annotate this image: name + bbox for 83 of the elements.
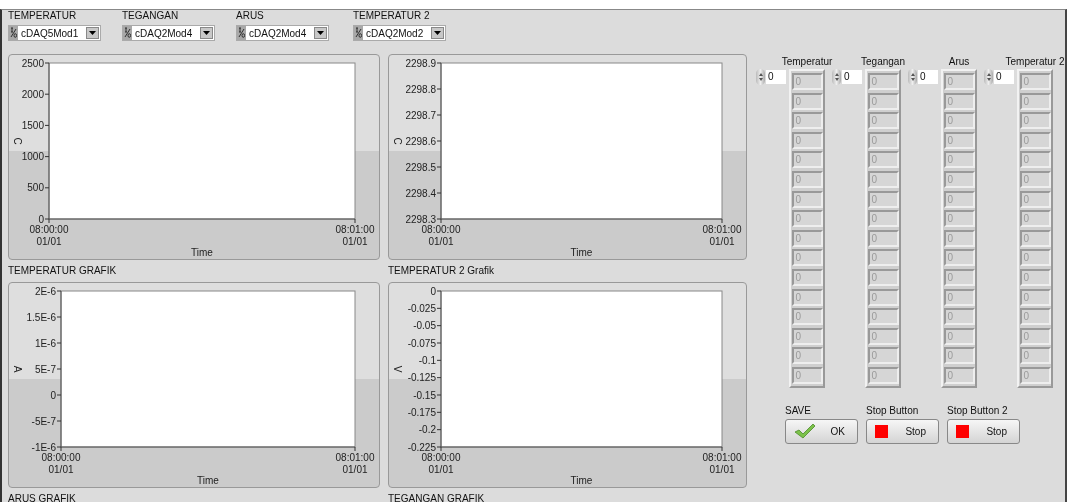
control-label: TEGANGAN [122, 10, 179, 22]
tick-label: -0.1 [418, 354, 436, 366]
tick-label: 08:01:00 01/01 [335, 224, 375, 247]
tick-label: 08:01:00 01/01 [702, 452, 742, 475]
chart-caption: TEMPERATUR GRAFIK [8, 265, 118, 277]
chart-caption: ARUS GRAFIK [8, 493, 77, 502]
array-label: Arus [948, 56, 970, 69]
tick-label: -0.125 [407, 372, 436, 384]
checkmark-icon [794, 423, 816, 440]
tick-label: -0.225 [407, 441, 436, 453]
tick-label: -0.025 [407, 302, 436, 314]
dropdown[interactable]: cDAQ2Mod2 [353, 25, 446, 41]
dropdown[interactable]: cDAQ2Mod4 [236, 25, 329, 41]
tick-label: -0.05 [413, 320, 436, 332]
axis-title: A [12, 365, 23, 373]
axis-title: Time [570, 247, 593, 258]
tick-label: 08:01:00 01/01 [702, 224, 742, 247]
tick-label: 5E-7 [34, 363, 56, 375]
tick-label: 2298.6 [405, 135, 436, 147]
axis-title: Time [570, 475, 593, 486]
tick-label: 2298.4 [405, 187, 436, 199]
tick-label: 2000 [21, 88, 44, 100]
array-label: Tegangan [861, 56, 905, 69]
tick-label: 08:00:00 01/01 [421, 452, 461, 475]
dropdown-arrow-icon [89, 31, 96, 35]
spinner[interactable] [832, 69, 841, 85]
chart-caption: TEMPERATUR 2 Grafik [388, 265, 495, 277]
spinner[interactable] [756, 69, 765, 85]
axis-title: Time [191, 247, 213, 258]
control-label: ARUS [236, 10, 264, 22]
tick-label: -5E-7 [31, 415, 56, 427]
tick-label: -1E-6 [31, 441, 56, 453]
io-icon [124, 27, 131, 39]
tick-label: -0.075 [407, 337, 436, 349]
chart-caption: TEGANGAN GRAFIK [388, 493, 486, 502]
button-label: SAVE [785, 404, 812, 417]
tick-label: 2298.9 [405, 57, 436, 69]
tick-label: 1000 [21, 151, 44, 163]
stop-square-icon [875, 424, 888, 438]
io-icon [355, 27, 362, 39]
tick-label: 2298.7 [405, 109, 436, 121]
tick-label: 2298.5 [405, 161, 436, 173]
tick-label: 500 [27, 182, 44, 194]
array-label: Temperatur 2 [1005, 56, 1065, 69]
spinner[interactable] [984, 69, 993, 85]
tick-label: 0 [38, 213, 44, 225]
dropdown[interactable]: cDAQ2Mod4 [122, 25, 215, 41]
spinner[interactable] [908, 69, 917, 85]
tick-label: 2E-6 [34, 285, 56, 297]
array-label: Temperatur [781, 56, 833, 69]
tick-label: 08:00:00 01/01 [421, 224, 461, 247]
io-icon [238, 27, 245, 39]
axis-title: Time [197, 475, 219, 486]
axis-title: C [392, 137, 403, 145]
stop-square-icon [956, 424, 969, 438]
tick-label: 0 [430, 285, 436, 297]
control-label: TEMPERATUR [8, 10, 77, 22]
io-icon [10, 27, 17, 39]
tick-label: 2298.8 [405, 83, 436, 95]
tick-label: 08:00:00 01/01 [41, 452, 81, 475]
stop-button[interactable]: Stop [947, 418, 1020, 444]
axis-title: V [392, 365, 403, 373]
tick-label: 2500 [21, 57, 44, 69]
button-label: Stop Button 2 [947, 404, 1009, 417]
axis-title: C [12, 137, 23, 145]
tick-label: 08:00:00 01/01 [29, 224, 69, 247]
tick-label: 1500 [21, 119, 44, 131]
stop-button[interactable]: Stop [866, 418, 939, 444]
tick-label: -0.175 [407, 406, 436, 418]
tick-label: 2298.3 [405, 213, 436, 225]
control-label: TEMPERATUR 2 [353, 10, 430, 22]
ok-button[interactable]: OK [785, 418, 858, 444]
dropdown[interactable]: cDAQ5Mod1 [8, 25, 101, 41]
dropdown-arrow-icon [434, 31, 441, 35]
button-label: Stop Button [866, 404, 920, 417]
tick-label: -0.15 [413, 389, 436, 401]
dropdown-arrow-icon [203, 31, 210, 35]
tick-label: 1.5E-6 [26, 311, 56, 323]
tick-label: 08:01:00 01/01 [335, 452, 375, 475]
tick-label: 0 [50, 389, 56, 401]
tick-label: -0.2 [418, 424, 436, 436]
tick-label: 1E-6 [34, 337, 56, 349]
dropdown-arrow-icon [317, 31, 324, 35]
